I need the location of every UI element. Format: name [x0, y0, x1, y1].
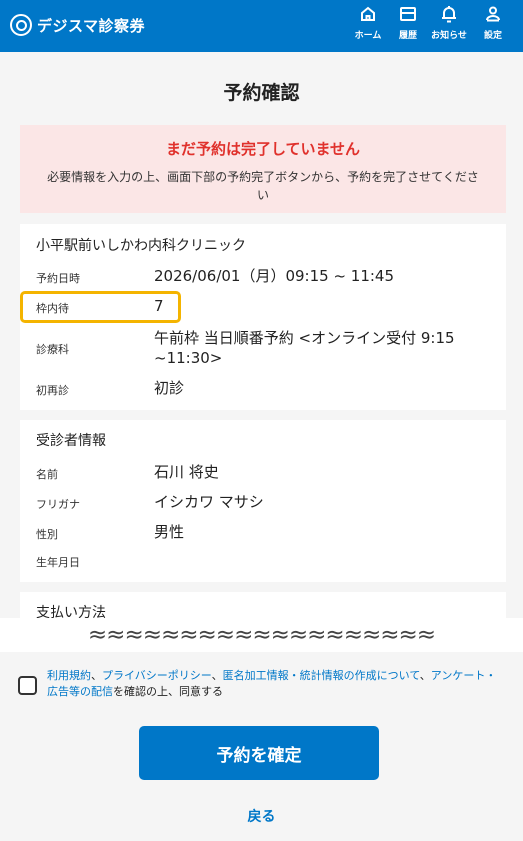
nav-notifications-label: お知らせ — [431, 31, 467, 41]
nav-settings-label: 設定 — [483, 31, 502, 41]
user-icon — [486, 6, 500, 22]
anonymized-data-link[interactable]: 匿名加工情報・統計情報の作成について — [223, 669, 420, 682]
bell-icon — [442, 6, 456, 23]
visit-type-value: 初診 — [154, 379, 185, 397]
patient-section-title: 受診者情報 — [36, 433, 106, 449]
gender-label: 性別 — [36, 528, 58, 541]
logo-text: デジスマ診察券 — [37, 16, 146, 35]
privacy-policy-link[interactable]: プライバシーポリシー — [102, 669, 212, 682]
reservation-datetime-label: 予約日時 — [36, 272, 80, 285]
back-link[interactable]: 戻る — [0, 806, 523, 826]
logo-icon — [10, 14, 32, 36]
page-title: 予約確認 — [223, 82, 300, 104]
alert-title: まだ予約は完了していません — [165, 140, 361, 158]
incomplete-alert: まだ予約は完了していません 必要情報を入力の上、画面下部の予約完了ボタンから、予… — [20, 125, 506, 213]
consent-separator: 、 — [91, 669, 102, 682]
gender-value: 男性 — [154, 523, 185, 541]
furigana-label: フリガナ — [36, 498, 80, 511]
wait-count-highlight — [20, 291, 181, 323]
alert-body: 必要情報を入力の上、画面下部の予約完了ボタンから、予約を完了させてください — [47, 170, 479, 202]
consent-row: 利用規約、プライバシーポリシー、匿名加工情報・統計情報の作成について、アンケート… — [18, 668, 508, 708]
nav-history[interactable]: 履歴 — [385, 4, 431, 41]
name-value: 石川 将史 — [154, 463, 219, 481]
app-header: デジスマ診察券 ホーム 履歴 お知らせ 設定 — [0, 0, 523, 52]
consent-checkbox[interactable] — [18, 676, 37, 695]
birthdate-label: 生年月日 — [36, 556, 80, 569]
home-icon — [361, 6, 375, 21]
department-label: 診療科 — [36, 343, 69, 356]
department-value: 午前枠 当日順番予約 <オンライン受付 9:15 ~11:30> — [154, 329, 455, 367]
nav-history-label: 履歴 — [398, 31, 417, 41]
visit-type-label: 初再診 — [36, 384, 69, 397]
app-logo[interactable]: デジスマ診察券 — [10, 14, 145, 36]
consent-suffix: を確認の上、同意する — [113, 685, 223, 698]
consent-separator: 、 — [419, 669, 431, 682]
nav-settings[interactable]: 設定 — [470, 4, 516, 41]
card-icon — [400, 7, 416, 21]
reservation-datetime-value: 2026/06/01（月）09:15 ~ 11:45 — [154, 267, 395, 285]
clinic-name: 小平駅前いしかわ内科クリニック — [36, 238, 246, 254]
name-label: 名前 — [36, 468, 58, 481]
furigana-value: イシカワ マサシ — [154, 493, 264, 511]
confirm-reservation-button[interactable]: 予約を確定 — [139, 726, 379, 780]
consent-separator: 、 — [211, 669, 223, 682]
nav-notifications[interactable]: お知らせ — [426, 4, 472, 41]
content-cut-marker: ≈≈≈≈≈≈≈≈≈≈≈≈≈≈≈≈≈≈≈ — [0, 618, 523, 652]
consent-text: 利用規約、プライバシーポリシー、匿名加工情報・統計情報の作成について、アンケート… — [47, 668, 502, 700]
terms-link[interactable]: 利用規約 — [47, 669, 91, 682]
patient-card: 受診者情報 名前 石川 将史 フリガナ イシカワ マサシ 性別 男性 生年月日 — [20, 420, 506, 582]
nav-home-label: ホーム — [354, 31, 382, 41]
